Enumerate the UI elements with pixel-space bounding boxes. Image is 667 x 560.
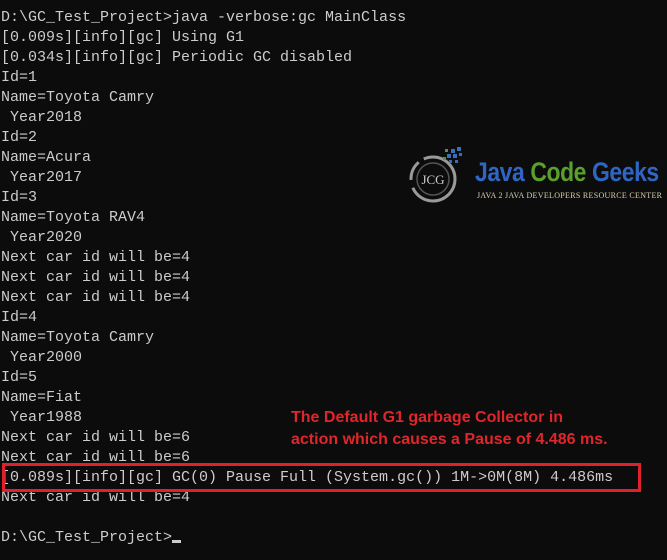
command-prompt: D:\GC_Test_Project> — [1, 528, 613, 548]
logo-tagline: JAVA 2 JAVA DEVELOPERS RESOURCE CENTER — [477, 191, 663, 200]
logo-word-geeks: Geeks — [591, 157, 659, 187]
console-line: Id=4 — [1, 309, 38, 326]
console-line: Year2018 — [1, 109, 83, 126]
logo-word-java: Java — [475, 157, 525, 187]
console-line: Id=1 — [1, 69, 38, 86]
console-line: Id=5 — [1, 369, 38, 386]
console-line: Next car id will be=4 — [1, 269, 191, 286]
console-line: D:\GC_Test_Project>java -verbose:gc Main… — [1, 9, 407, 26]
console-line: Name=Toyota RAV4 — [1, 209, 146, 226]
logo-word-code: Code — [530, 157, 587, 187]
annotation-line-1: The Default G1 garbage Collector in — [291, 409, 564, 426]
java-code-geeks-logo: JCG Java Code Geeks JAVA 2 JAVA DEVELOPE… — [405, 145, 662, 207]
console-line: [0.034s][info][gc] Periodic GC disabled — [1, 49, 353, 66]
console-line: Next car id will be=4 — [1, 249, 191, 266]
console-line: Name=Fiat — [1, 389, 83, 406]
console-line: Name=Toyota Camry — [1, 329, 155, 346]
annotation-line-2: action which causes a Pause of 4.486 ms. — [291, 431, 608, 448]
jcg-logo-icon: JCG — [409, 147, 462, 203]
logo-title: Java Code Geeks — [475, 157, 659, 188]
console-line: Year2000 — [1, 349, 83, 366]
console-window: D:\GC_Test_Project>java -verbose:gc Main… — [0, 0, 667, 560]
console-line: [0.009s][info][gc] Using G1 — [1, 29, 245, 46]
text-cursor — [172, 540, 182, 543]
logo-monogram: JCG — [421, 172, 444, 187]
console-line: Next car id will be=4 — [1, 289, 191, 306]
console-line: Name=Toyota Camry — [1, 89, 155, 106]
gc-annotation: The Default G1 garbage Collector in acti… — [291, 407, 608, 451]
gc-pause-highlight-box — [2, 463, 641, 492]
console-line: Year2020 — [1, 229, 83, 246]
